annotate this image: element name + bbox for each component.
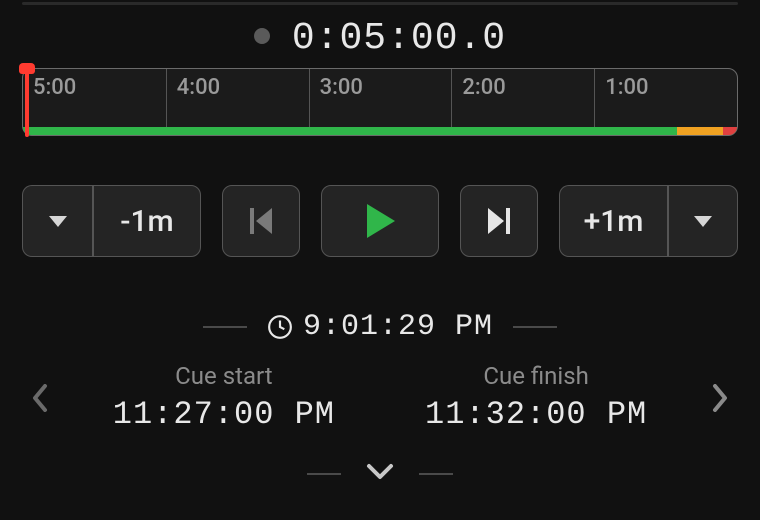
- skip-forward-button[interactable]: [460, 185, 538, 257]
- elapsed-time-display: 0:05:00.0: [0, 14, 760, 60]
- increase-dropdown[interactable]: [668, 185, 738, 257]
- chevron-left-icon: [31, 384, 49, 412]
- danger-zone: [723, 127, 737, 135]
- timeline-tick: 2:00: [451, 69, 505, 135]
- divider-icon: [419, 473, 453, 475]
- play-button[interactable]: [321, 185, 439, 257]
- current-time-value: 9:01:29 PM: [303, 310, 493, 344]
- skip-back-button[interactable]: [222, 185, 300, 257]
- play-icon: [365, 204, 395, 238]
- timeline-tick-label: 1:00: [605, 75, 648, 100]
- cue-finish: Cue finish 11:32:00 PM: [425, 362, 647, 433]
- expand-row: [0, 462, 760, 486]
- record-indicator-icon: [254, 28, 270, 44]
- timeline-tick-label: 2:00: [462, 75, 505, 100]
- elapsed-time-value: 0:05:00.0: [292, 17, 506, 60]
- decrease-dropdown[interactable]: [22, 185, 92, 257]
- chevron-down-icon: [365, 462, 395, 482]
- cue-start: Cue start 11:27:00 PM: [113, 362, 335, 433]
- warning-zone: [677, 127, 723, 135]
- timeline-tick: 1:00: [594, 69, 648, 135]
- caret-down-icon: [694, 216, 712, 227]
- timeline-tick: 3:00: [309, 69, 363, 135]
- chevron-right-icon: [711, 384, 729, 412]
- decrease-button[interactable]: -1m: [93, 185, 201, 257]
- divider-icon: [203, 326, 247, 328]
- clock-icon: [267, 314, 293, 340]
- top-rule: [22, 2, 738, 5]
- cue-start-label: Cue start: [113, 362, 335, 390]
- timeline-tick: 5:00: [23, 69, 76, 135]
- decrease-label: -1m: [120, 204, 173, 239]
- current-time-row: 9:01:29 PM: [0, 310, 760, 344]
- current-time: 9:01:29 PM: [267, 310, 493, 344]
- increase-button[interactable]: +1m: [559, 185, 667, 257]
- skip-forward-icon: [488, 208, 510, 234]
- divider-icon: [513, 326, 557, 328]
- skip-back-icon: [250, 208, 272, 234]
- timeline[interactable]: 5:00 4:00 3:00 2:00 1:00: [22, 68, 738, 136]
- timeline-progress-bar: [23, 127, 737, 135]
- timeline-tick-label: 3:00: [320, 75, 363, 100]
- cue-start-value: 11:27:00 PM: [113, 396, 335, 433]
- next-cue-button[interactable]: [702, 380, 738, 416]
- increase-label: +1m: [584, 204, 644, 239]
- timeline-tick-label: 4:00: [177, 75, 220, 100]
- transport-controls: -1m +1m: [22, 185, 738, 257]
- divider-icon: [307, 473, 341, 475]
- increase-combo: +1m: [559, 185, 738, 257]
- expand-button[interactable]: [365, 462, 395, 486]
- caret-down-icon: [49, 216, 67, 227]
- timeline-tick: 4:00: [166, 69, 220, 135]
- playhead-icon[interactable]: [25, 67, 29, 137]
- cue-section: Cue start 11:27:00 PM Cue finish 11:32:0…: [22, 362, 738, 433]
- cue-finish-label: Cue finish: [425, 362, 647, 390]
- cue-finish-value: 11:32:00 PM: [425, 396, 647, 433]
- timeline-tick-label: 5:00: [33, 75, 76, 100]
- prev-cue-button[interactable]: [22, 380, 58, 416]
- decrease-combo: -1m: [22, 185, 201, 257]
